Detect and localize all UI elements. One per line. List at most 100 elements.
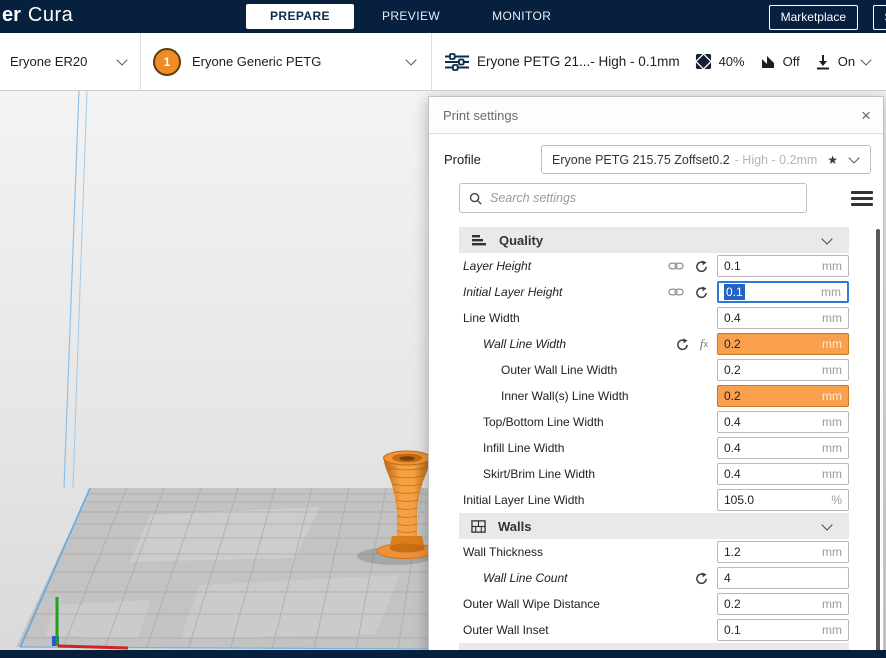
search-input[interactable] [459, 183, 807, 213]
field-value: 0.2 [724, 389, 741, 403]
field-unit: mm [822, 337, 842, 351]
link-icon[interactable] [668, 261, 684, 271]
setting-row-initial-layer-height[interactable]: Initial Layer Height 0.1 mm [459, 279, 849, 305]
menu-icon[interactable] [851, 191, 873, 206]
category-walls[interactable]: Walls [459, 513, 849, 539]
setting-row-outer-wall-inset[interactable]: Outer Wall Inset 0.1 mm [459, 617, 849, 643]
function-icon[interactable]: fx [700, 336, 708, 352]
skirt-brim-line-width-field[interactable]: 0.4 mm [717, 463, 849, 485]
search-icon [469, 192, 482, 205]
chevron-down-icon [821, 518, 833, 531]
chevron-down-icon [848, 152, 860, 164]
setting-row-wall-thickness[interactable]: Wall Thickness 1.2 mm [459, 539, 849, 565]
infill-line-width-field[interactable]: 0.4 mm [717, 437, 849, 459]
material-name: Eryone Generic PETG [192, 54, 322, 69]
field-unit: mm [822, 259, 842, 273]
initial-layer-line-width-field[interactable]: 105.0 % [717, 489, 849, 511]
row-icons: fx [676, 336, 708, 352]
field-unit: mm [821, 285, 841, 299]
profile-label: Profile [444, 152, 481, 167]
setting-row-outer-wall-wipe-distance[interactable]: Outer Wall Wipe Distance 0.2 mm [459, 591, 849, 617]
setting-row-infill-line-width[interactable]: Infill Line Width 0.4 mm [459, 435, 849, 461]
outer-wall-line-width-field[interactable]: 0.2 mm [717, 359, 849, 381]
outer-wall-inset-field[interactable]: 0.1 mm [717, 619, 849, 641]
field-unit: % [831, 493, 842, 507]
close-icon[interactable]: × [861, 107, 871, 124]
tab-monitor[interactable]: MONITOR [468, 4, 575, 29]
print-settings-summary[interactable]: Eryone PETG 21...- High - 0.1mm 40% Off … [432, 33, 886, 90]
setting-row-wall-line-count[interactable]: Wall Line Count 4 [459, 565, 849, 591]
extruder-selector[interactable]: 1 Eryone Generic PETG [141, 33, 431, 90]
chevron-down-icon [860, 54, 872, 66]
outer-wall-wipe-distance-field[interactable]: 0.2 mm [717, 593, 849, 615]
profile-suffix: - High - 0.2mm [734, 152, 818, 167]
line-width-field[interactable]: 0.4 mm [717, 307, 849, 329]
setting-label: Infill Line Width [483, 441, 565, 455]
category-label: Walls [498, 518, 532, 534]
setting-label: Outer Wall Inset [463, 623, 549, 637]
setting-row-line-width[interactable]: Line Width 0.4 mm [459, 305, 849, 331]
revert-icon[interactable] [695, 260, 708, 273]
extruder-number-icon: 1 [153, 47, 181, 76]
marketplace-button[interactable]: Marketplace [768, 5, 858, 30]
setting-label: Top/Bottom Line Width [483, 415, 604, 429]
field-value: 1.2 [724, 545, 741, 559]
chevron-down-icon [116, 54, 128, 66]
field-unit: mm [822, 311, 842, 325]
category-quality[interactable]: Quality [459, 227, 849, 253]
field-unit: mm [822, 415, 842, 429]
inner-wall-line-width-field[interactable]: 0.2 mm [717, 385, 849, 407]
favorite-star-icon[interactable]: ★ [819, 153, 838, 167]
infill-icon [695, 53, 712, 70]
row-icons [695, 572, 708, 585]
setting-label: Outer Wall Line Width [501, 363, 618, 377]
sign-in-button[interactable]: Si [873, 5, 886, 30]
profile-summary-text: Eryone PETG 21...- High - 0.1mm [477, 54, 680, 69]
category-label: Quality [499, 232, 544, 248]
field-unit: mm [822, 467, 842, 481]
layer-height-field[interactable]: 0.1 mm [717, 255, 849, 277]
setting-label: Layer Height [463, 259, 532, 273]
setting-row-wall-line-width[interactable]: Wall Line Width fx 0.2 mm [459, 331, 849, 357]
printer-selector[interactable]: Eryone ER20 [0, 33, 140, 90]
link-icon[interactable] [668, 287, 684, 297]
settings-scrollbar[interactable] [876, 229, 880, 653]
revert-icon[interactable] [676, 338, 689, 351]
setting-label: Line Width [463, 311, 520, 325]
print-settings-panel: Print settings × Profile Eryone PETG 215… [428, 96, 884, 658]
logo-bold: er [2, 4, 21, 26]
setting-label: Skirt/Brim Line Width [483, 467, 596, 481]
setting-row-top-bottom-line-width[interactable]: Top/Bottom Line Width 0.4 mm [459, 409, 849, 435]
setting-label: Wall Line Count [483, 571, 568, 585]
profile-row: Profile Eryone PETG 215.75 Zoffset0.2 - … [444, 145, 871, 174]
support-value: Off [782, 54, 800, 69]
field-value: 0.4 [724, 415, 741, 429]
tab-preview[interactable]: PREVIEW [358, 4, 464, 29]
setting-label: Outer Wall Wipe Distance [463, 597, 600, 611]
wall-thickness-field[interactable]: 1.2 mm [717, 541, 849, 563]
chevron-down-icon [405, 54, 417, 66]
setting-row-layer-height[interactable]: Layer Height 0.1 mm [459, 253, 849, 279]
field-unit: mm [822, 389, 842, 403]
field-unit: mm [822, 597, 842, 611]
printer-name: Eryone ER20 [10, 54, 88, 69]
field-value: 0.1 [724, 623, 741, 637]
panel-header[interactable]: Print settings × [429, 97, 883, 134]
setting-row-outer-wall-line-width[interactable]: Outer Wall Line Width 0.2 mm [459, 357, 849, 383]
search-row [459, 183, 873, 213]
field-value: 0.4 [724, 467, 741, 481]
wall-line-width-field[interactable]: 0.2 mm [717, 333, 849, 355]
top-bottom-line-width-field[interactable]: 0.4 mm [717, 411, 849, 433]
tab-prepare[interactable]: PREPARE [246, 4, 354, 29]
revert-icon[interactable] [695, 286, 708, 299]
setting-row-inner-wall-line-width[interactable]: Inner Wall(s) Line Width 0.2 mm [459, 383, 849, 409]
setting-row-initial-layer-line-width[interactable]: Initial Layer Line Width 105.0 % [459, 487, 849, 513]
bottom-bar [0, 650, 886, 658]
field-value: 0.1 [724, 259, 741, 273]
profile-dropdown[interactable]: Eryone PETG 215.75 Zoffset0.2 - High - 0… [541, 145, 871, 174]
field-value: 0.4 [724, 441, 741, 455]
setting-row-skirt-brim-line-width[interactable]: Skirt/Brim Line Width 0.4 mm [459, 461, 849, 487]
initial-layer-height-field[interactable]: 0.1 mm [717, 281, 849, 303]
wall-line-count-field[interactable]: 4 [717, 567, 849, 589]
revert-icon[interactable] [695, 572, 708, 585]
